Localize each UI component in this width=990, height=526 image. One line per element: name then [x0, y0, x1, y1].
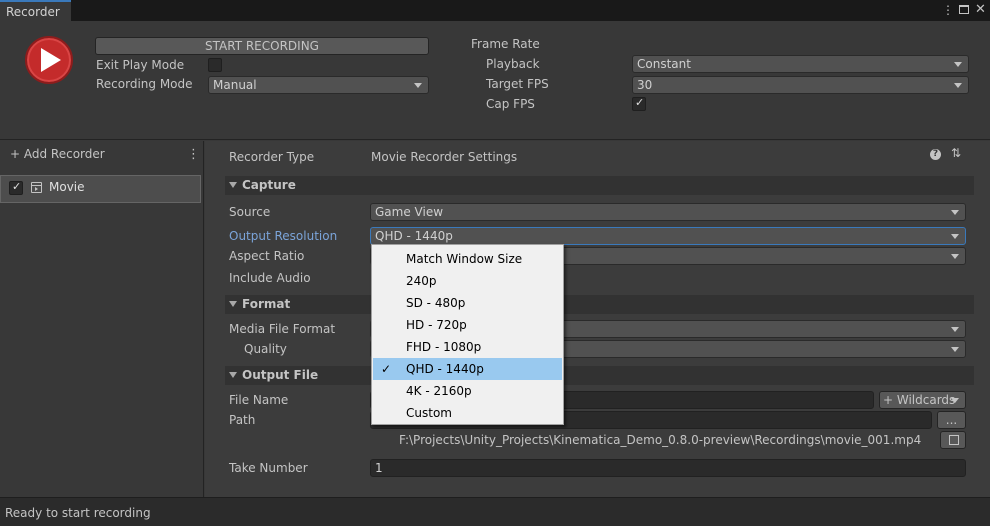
recording-mode-value: Manual — [213, 78, 257, 92]
status-text: Ready to start recording — [5, 506, 151, 520]
tab-recorder[interactable]: Recorder — [0, 0, 71, 21]
format-section-header[interactable]: Format — [225, 295, 974, 314]
recorder-type-label: Recorder Type — [229, 150, 315, 164]
output-resolution-value: QHD - 1440p — [375, 229, 453, 243]
help-icon[interactable]: ? — [930, 149, 941, 160]
source-label: Source — [229, 205, 271, 219]
checkmark-icon: ✓ — [381, 362, 392, 376]
browse-button[interactable]: ... — [937, 411, 966, 429]
chevron-down-icon — [954, 83, 962, 88]
menu-item-custom[interactable]: Custom — [373, 402, 562, 424]
take-number-label: Take Number — [229, 461, 308, 475]
aspect-ratio-label: Aspect Ratio — [229, 249, 305, 263]
cap-fps-checkbox[interactable] — [632, 96, 646, 111]
output-resolution-dropdown[interactable]: QHD - 1440p — [370, 227, 966, 245]
target-fps-label: Target FPS — [486, 77, 549, 91]
menu-item-240p[interactable]: 240p — [373, 270, 562, 292]
section-title: Format — [242, 297, 291, 311]
quality-label: Quality — [244, 342, 287, 356]
source-dropdown[interactable]: Game View — [370, 203, 966, 221]
chevron-down-icon — [951, 347, 959, 352]
media-file-format-label: Media File Format — [229, 322, 336, 336]
menu-item-label: FHD - 1080p — [406, 340, 482, 354]
path-label: Path — [229, 413, 256, 427]
menu-item-sd-480p[interactable]: SD - 480p — [373, 292, 562, 314]
wildcards-button[interactable]: + Wildcards — [879, 391, 966, 409]
file-name-label: File Name — [229, 393, 289, 407]
chevron-down-icon — [951, 327, 959, 332]
output-resolution-menu: Match Window Size 240p SD - 480p HD - 72… — [371, 244, 564, 425]
source-value: Game View — [375, 205, 444, 219]
target-fps-dropdown[interactable]: 30 — [632, 76, 969, 94]
chevron-down-icon — [951, 398, 959, 403]
open-folder-button[interactable] — [940, 431, 966, 449]
menu-item-qhd-1440p[interactable]: ✓ QHD - 1440p — [373, 358, 562, 380]
menu-item-label: QHD - 1440p — [406, 362, 484, 376]
take-number-field[interactable]: 1 — [370, 459, 966, 477]
menu-item-fhd-1080p[interactable]: FHD - 1080p — [373, 336, 562, 358]
foldout-arrow-icon — [229, 182, 237, 188]
exit-play-mode-checkbox[interactable] — [208, 58, 222, 72]
recorder-type-value: Movie Recorder Settings — [371, 150, 518, 164]
playback-dropdown[interactable]: Constant — [632, 55, 969, 73]
menu-item-label: Match Window Size — [406, 252, 523, 266]
chevron-down-icon — [951, 234, 959, 239]
tab-bar — [0, 0, 990, 21]
menu-item-label: SD - 480p — [406, 296, 466, 310]
kebab-menu-icon[interactable]: ⋮ — [942, 3, 954, 17]
full-output-path: F:\Projects\Unity_Projects\Kinematica_De… — [399, 433, 922, 447]
external-link-icon — [949, 435, 959, 445]
menu-item-label: HD - 720p — [406, 318, 467, 332]
include-audio-label: Include Audio — [229, 271, 311, 285]
status-bar: Ready to start recording — [0, 497, 990, 526]
start-recording-button[interactable]: START RECORDING — [95, 37, 429, 55]
section-title: Output File — [242, 368, 319, 382]
foldout-arrow-icon — [229, 301, 237, 307]
foldout-arrow-icon — [229, 372, 237, 378]
kebab-menu-icon[interactable]: ⋮ — [187, 147, 200, 162]
settings-sliders-icon[interactable]: ⇅ — [951, 146, 961, 160]
exit-play-mode-label: Exit Play Mode — [96, 58, 185, 72]
recording-mode-dropdown[interactable]: Manual — [208, 76, 429, 94]
movie-recorder-enabled-checkbox[interactable] — [9, 180, 23, 195]
menu-item-label: 4K - 2160p — [406, 384, 472, 398]
menu-item-match-window-size[interactable]: Match Window Size — [373, 248, 562, 270]
capture-section-header[interactable]: Capture — [225, 176, 974, 195]
movie-recorder-icon — [31, 182, 42, 193]
playback-value: Constant — [637, 57, 691, 71]
chevron-down-icon — [954, 62, 962, 67]
menu-item-hd-720p[interactable]: HD - 720p — [373, 314, 562, 336]
playback-label: Playback — [486, 57, 540, 71]
chevron-down-icon — [414, 83, 422, 88]
menu-item-label: 240p — [406, 274, 437, 288]
cap-fps-label: Cap FPS — [486, 97, 535, 111]
close-icon[interactable]: ✕ — [975, 2, 986, 17]
chevron-down-icon — [951, 254, 959, 259]
maximize-icon[interactable] — [959, 5, 969, 14]
tab-title: Recorder — [6, 5, 60, 19]
list-item-label: Movie — [49, 180, 85, 194]
add-recorder-button[interactable]: + Add Recorder — [10, 147, 105, 161]
wildcards-label: + Wildcards — [883, 393, 956, 407]
output-file-section-header[interactable]: Output File — [225, 366, 974, 385]
recording-mode-label: Recording Mode — [96, 77, 193, 91]
chevron-down-icon — [951, 210, 959, 215]
section-title: Capture — [242, 178, 296, 192]
menu-item-label: Custom — [406, 406, 452, 420]
menu-item-4k-2160p[interactable]: 4K - 2160p — [373, 380, 562, 402]
record-play-button[interactable] — [25, 36, 73, 84]
target-fps-value: 30 — [637, 78, 653, 92]
play-icon — [41, 48, 61, 72]
frame-rate-label: Frame Rate — [471, 37, 540, 51]
output-resolution-label: Output Resolution — [229, 229, 338, 243]
